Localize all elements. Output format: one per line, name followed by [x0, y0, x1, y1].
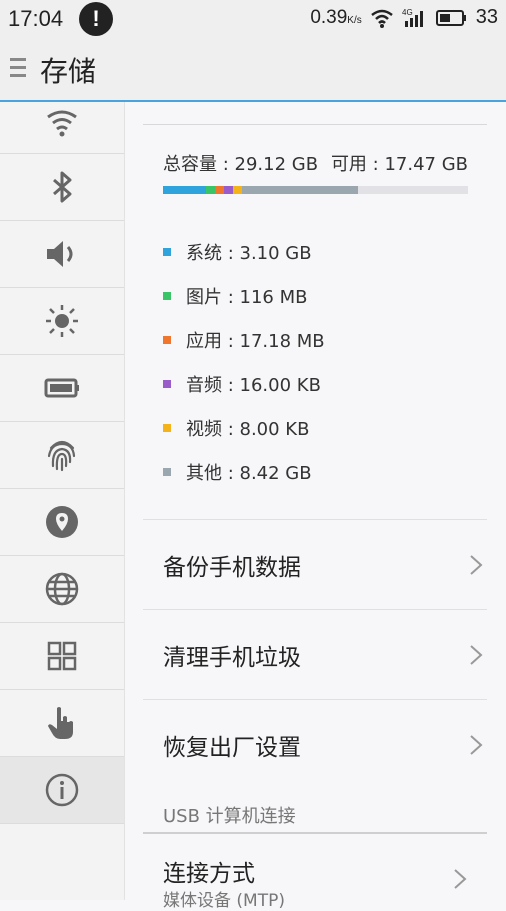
legend-item: 其他 : 8.42 GB — [163, 450, 463, 494]
info-icon — [45, 773, 79, 807]
total-capacity: 总容量 : 29.12 GB — [163, 154, 319, 175]
legend-color-swatch — [163, 336, 171, 344]
connection-mode-title: 连接方式 — [163, 861, 255, 887]
bluetooth-icon — [53, 171, 72, 203]
legend-color-swatch — [163, 424, 171, 432]
storage-usage-bar — [163, 186, 468, 194]
legend-color-swatch — [163, 380, 171, 388]
chevron-right-icon — [454, 869, 467, 889]
page-title: 存储 — [40, 55, 97, 88]
capacity-summary: 总容量 : 29.12 GB 可用 : 17.47 GB — [163, 150, 468, 176]
sidebar-item-location[interactable] — [0, 489, 124, 556]
network-speed: 0.39K/s — [310, 6, 362, 28]
legend-label: 音频 : 16.00 KB — [186, 375, 321, 396]
chevron-right-icon — [470, 735, 483, 755]
legend-label: 图片 : 116 MB — [186, 287, 308, 308]
legend-item: 音频 : 16.00 KB — [163, 362, 463, 406]
legend-item: 图片 : 116 MB — [163, 274, 463, 318]
connection-mode-value: 媒体设备 (MTP) — [163, 891, 285, 911]
divider — [143, 124, 487, 125]
brightness-icon — [46, 305, 78, 337]
backup-phone-data-row[interactable]: 备份手机数据 — [163, 520, 483, 610]
status-time: 17:04 — [8, 6, 64, 31]
available-capacity: 可用 : 17.47 GB — [330, 154, 468, 175]
wifi-status-icon — [370, 9, 393, 28]
sidebar-item-wifi[interactable] — [0, 102, 124, 154]
row-label: 清理手机垃圾 — [163, 645, 301, 671]
legend-item: 应用 : 17.18 MB — [163, 318, 463, 362]
sidebar-item-fingerprint[interactable] — [0, 422, 124, 489]
legend-item: 系统 : 3.10 GB — [163, 230, 463, 274]
apps-grid-icon — [47, 641, 77, 671]
row-label: 备份手机数据 — [163, 555, 301, 581]
wifi-icon — [47, 110, 77, 136]
section-divider — [143, 832, 487, 834]
usage-segment — [223, 186, 234, 194]
usage-segment — [163, 186, 206, 194]
legend-color-swatch — [163, 248, 171, 256]
menu-icon[interactable] — [10, 58, 26, 80]
location-icon — [46, 506, 78, 538]
fingerprint-icon — [47, 440, 76, 472]
clean-phone-junk-row[interactable]: 清理手机垃圾 — [163, 610, 483, 700]
sidebar-item-display[interactable] — [0, 288, 124, 355]
chevron-right-icon — [470, 645, 483, 665]
sidebar-item-bluetooth[interactable] — [0, 154, 124, 221]
cellular-signal-icon: 4G — [402, 8, 423, 27]
status-bar: 17:04 ! 0.39K/s 4G 33 — [0, 0, 506, 38]
storage-content: 总容量 : 29.12 GB 可用 : 17.47 GB 系统 : 3.10 G… — [125, 102, 506, 911]
gesture-hand-icon — [48, 707, 73, 739]
legend-item: 视频 : 8.00 KB — [163, 406, 463, 450]
battery-status-icon — [435, 9, 466, 26]
usage-segment — [205, 186, 215, 194]
volume-icon — [47, 241, 73, 267]
usage-segment — [242, 186, 359, 194]
usage-segment — [214, 186, 224, 194]
sidebar-item-about[interactable] — [0, 757, 124, 824]
row-label: 恢复出厂设置 — [163, 735, 301, 761]
storage-legend: 系统 : 3.10 GB 图片 : 116 MB 应用 : 17.18 MB 音频 :… — [163, 230, 463, 494]
settings-sidebar — [0, 102, 125, 900]
legend-color-swatch — [163, 468, 171, 476]
svg-text:4G: 4G — [402, 8, 413, 17]
sidebar-item-gestures[interactable] — [0, 690, 124, 757]
legend-label: 系统 : 3.10 GB — [186, 243, 312, 264]
title-bar: 存储 — [0, 38, 506, 102]
legend-label: 视频 : 8.00 KB — [186, 419, 310, 440]
battery-icon — [44, 378, 79, 398]
sidebar-item-language[interactable] — [0, 556, 124, 623]
legend-label: 应用 : 17.18 MB — [186, 331, 325, 352]
factory-reset-row[interactable]: 恢复出厂设置 — [163, 700, 483, 790]
alert-icon: ! — [79, 2, 113, 36]
legend-label: 其他 : 8.42 GB — [186, 463, 312, 484]
usb-section-label: USB 计算机连接 — [163, 806, 296, 827]
status-right: 0.39K/s 4G 33 — [310, 6, 498, 29]
chevron-right-icon — [470, 555, 483, 575]
legend-color-swatch — [163, 292, 171, 300]
sidebar-item-apps[interactable] — [0, 623, 124, 690]
battery-level: 33 — [475, 6, 498, 28]
sidebar-item-sound[interactable] — [0, 221, 124, 288]
usage-segment — [233, 186, 243, 194]
globe-icon — [45, 572, 79, 606]
sidebar-item-battery[interactable] — [0, 355, 124, 422]
